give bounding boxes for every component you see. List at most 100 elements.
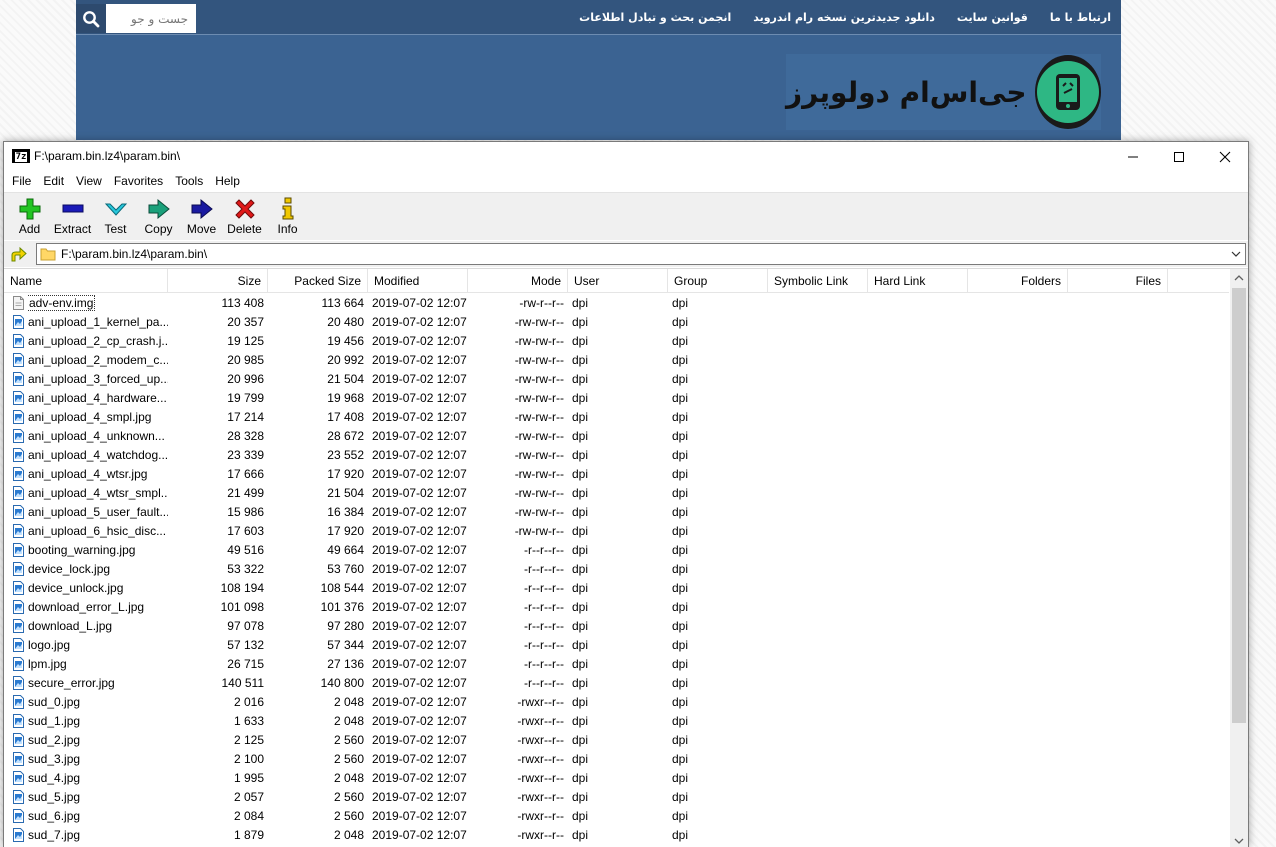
table-row[interactable]: sud_7.jpg 1 879 2 048 2019-07-02 12:07 -rwxr… bbox=[4, 826, 1229, 845]
table-row[interactable]: ani_upload_5_user_fault... 15 986 16 384 20… bbox=[4, 503, 1229, 522]
table-row[interactable]: sud_3.jpg 2 100 2 560 2019-07-02 12:07 -rwxr… bbox=[4, 750, 1229, 769]
table-row[interactable]: booting_warning.jpg 49 516 49 664 2019-07-0… bbox=[4, 541, 1229, 560]
scroll-down-button[interactable] bbox=[1230, 832, 1248, 847]
extract-button[interactable]: Extract bbox=[51, 193, 94, 239]
info-button[interactable]: Info bbox=[266, 193, 309, 239]
website-search-input[interactable] bbox=[106, 4, 196, 33]
add-button[interactable]: Add bbox=[8, 193, 51, 239]
table-row[interactable]: ani_upload_4_wtsr.jpg 17 666 17 920 2019-07… bbox=[4, 465, 1229, 484]
table-row[interactable]: sud_4.jpg 1 995 2 048 2019-07-02 12:07 -rwxr… bbox=[4, 769, 1229, 788]
table-row[interactable]: device_lock.jpg 53 322 53 760 2019-07-02 12… bbox=[4, 560, 1229, 579]
image-file-icon bbox=[13, 467, 24, 481]
menu-help[interactable]: Help bbox=[209, 174, 246, 188]
website-search-button[interactable] bbox=[76, 4, 106, 33]
nav-link-rom-download[interactable]: دانلود جدیدترین نسخه رام اندروید bbox=[753, 11, 935, 24]
scroll-up-button[interactable] bbox=[1230, 269, 1248, 286]
test-button[interactable]: Test bbox=[94, 193, 137, 239]
column-group[interactable]: Group bbox=[668, 269, 768, 293]
nav-link-rules[interactable]: قوانین سایت bbox=[957, 11, 1028, 24]
file-packed-size: 17 920 bbox=[327, 524, 364, 538]
path-text: F:\param.bin.lz4\param.bin\ bbox=[61, 247, 208, 261]
chevron-down-icon[interactable] bbox=[1229, 247, 1243, 261]
column-hard-link[interactable]: Hard Link bbox=[868, 269, 968, 293]
table-row[interactable]: ani_upload_3_forced_up... 20 996 21 504 201… bbox=[4, 370, 1229, 389]
menu-tools[interactable]: Tools bbox=[169, 174, 209, 188]
file-packed-size: 19 456 bbox=[327, 334, 364, 348]
table-row[interactable]: sud_5.jpg 2 057 2 560 2019-07-02 12:07 -rwxr… bbox=[4, 788, 1229, 807]
table-row[interactable]: sud_6.jpg 2 084 2 560 2019-07-02 12:07 -rwxr… bbox=[4, 807, 1229, 826]
table-row[interactable]: ani_upload_6_hsic_disc... 17 603 17 920 201… bbox=[4, 522, 1229, 541]
file-group: dpi bbox=[672, 771, 689, 785]
table-row[interactable]: ani_upload_4_smpl.jpg 17 214 17 408 2019-07… bbox=[4, 408, 1229, 427]
nav-link-contact[interactable]: ارتباط با ما bbox=[1050, 11, 1111, 24]
vertical-scrollbar[interactable] bbox=[1230, 269, 1248, 847]
file-packed-size: 49 664 bbox=[327, 543, 364, 557]
file-name: sud_3.jpg bbox=[28, 752, 81, 766]
menu-favorites[interactable]: Favorites bbox=[108, 174, 169, 188]
file-packed-size: 2 560 bbox=[333, 809, 364, 823]
table-row[interactable]: ani_upload_2_cp_crash.j... 19 125 19 456 20… bbox=[4, 332, 1229, 351]
column-name[interactable]: Name bbox=[4, 269, 168, 293]
column-files[interactable]: Files bbox=[1068, 269, 1168, 293]
file-group: dpi bbox=[672, 600, 689, 614]
table-row[interactable]: lpm.jpg 26 715 27 136 2019-07-02 12:07 -r--r… bbox=[4, 655, 1229, 674]
website-logo[interactable]: جی‌اس‌ام دولوپرز bbox=[786, 54, 1101, 130]
file-mode: -r--r--r-- bbox=[524, 562, 564, 576]
menu-edit[interactable]: Edit bbox=[37, 174, 70, 188]
maximize-button[interactable] bbox=[1156, 142, 1202, 171]
column-symbolic-link[interactable]: Symbolic Link bbox=[768, 269, 868, 293]
parent-folder-button[interactable] bbox=[8, 244, 30, 264]
chevron-up-icon bbox=[1234, 274, 1244, 280]
file-rows: adv-env.img 113 408 113 664 2019-07-02 12:0… bbox=[4, 294, 1229, 845]
column-packed-size[interactable]: Packed Size bbox=[268, 269, 368, 293]
table-row[interactable]: ani_upload_1_kernel_pa... 20 357 20 480 201… bbox=[4, 313, 1229, 332]
menu-file[interactable]: File bbox=[6, 174, 37, 188]
table-row[interactable]: download_error_L.jpg 101 098 101 376 2019-0… bbox=[4, 598, 1229, 617]
column-size[interactable]: Size bbox=[168, 269, 268, 293]
column-mode[interactable]: Mode bbox=[468, 269, 568, 293]
file-size: 17 666 bbox=[227, 467, 264, 481]
info-label: Info bbox=[277, 222, 298, 236]
table-row[interactable]: secure_error.jpg 140 511 140 800 2019-07-02… bbox=[4, 674, 1229, 693]
file-packed-size: 101 376 bbox=[320, 600, 364, 614]
file-name: ani_upload_4_wtsr.jpg bbox=[28, 467, 148, 481]
delete-button[interactable]: Delete bbox=[223, 193, 266, 239]
file-name: ani_upload_2_cp_crash.j... bbox=[28, 334, 168, 348]
minimize-button[interactable] bbox=[1110, 142, 1156, 171]
file-user: dpi bbox=[572, 543, 589, 557]
window-title: F:\param.bin.lz4\param.bin\ bbox=[34, 149, 181, 163]
table-row[interactable]: ani_upload_4_hardware... 19 799 19 968 2019… bbox=[4, 389, 1229, 408]
scroll-thumb[interactable] bbox=[1232, 288, 1246, 723]
path-combobox[interactable]: F:\param.bin.lz4\param.bin\ bbox=[36, 243, 1246, 265]
table-row[interactable]: ani_upload_4_watchdog... 23 339 23 552 2019… bbox=[4, 446, 1229, 465]
table-row[interactable]: ani_upload_2_modem_c... 20 985 20 992 2019-… bbox=[4, 351, 1229, 370]
close-button[interactable] bbox=[1202, 142, 1248, 171]
image-file-icon bbox=[13, 695, 24, 709]
column-modified[interactable]: Modified bbox=[368, 269, 468, 293]
table-row[interactable]: ani_upload_4_wtsr_smpl... 21 499 21 504 201… bbox=[4, 484, 1229, 503]
file-modified: 2019-07-02 12:07 bbox=[372, 372, 467, 386]
table-row[interactable]: logo.jpg 57 132 57 344 2019-07-02 12:07 -r--… bbox=[4, 636, 1229, 655]
table-row[interactable]: device_unlock.jpg 108 194 108 544 2019-07-0… bbox=[4, 579, 1229, 598]
nav-link-forum[interactable]: انجمن بحث و تبادل اطلاعات bbox=[579, 11, 731, 24]
file-mode: -rw-rw-r-- bbox=[514, 505, 564, 519]
table-row[interactable]: adv-env.img 113 408 113 664 2019-07-02 12:0… bbox=[4, 294, 1229, 313]
column-user[interactable]: User bbox=[568, 269, 668, 293]
file-size: 57 132 bbox=[227, 638, 264, 652]
table-row[interactable]: sud_0.jpg 2 016 2 048 2019-07-02 12:07 -rwxr… bbox=[4, 693, 1229, 712]
title-bar[interactable]: 7z F:\param.bin.lz4\param.bin\ bbox=[4, 142, 1248, 171]
file-packed-size: 2 560 bbox=[333, 752, 364, 766]
menu-view[interactable]: View bbox=[70, 174, 108, 188]
file-user: dpi bbox=[572, 828, 589, 842]
move-button[interactable]: Move bbox=[180, 193, 223, 239]
table-row[interactable]: ani_upload_4_unknown... 28 328 28 672 2019-… bbox=[4, 427, 1229, 446]
table-row[interactable]: download_L.jpg 97 078 97 280 2019-07-02 12:… bbox=[4, 617, 1229, 636]
table-row[interactable]: sud_1.jpg 1 633 2 048 2019-07-02 12:07 -rwxr… bbox=[4, 712, 1229, 731]
image-file-icon bbox=[13, 790, 24, 804]
copy-button[interactable]: Copy bbox=[137, 193, 180, 239]
file-list[interactable]: Name Size Packed Size Modified Mode User… bbox=[4, 268, 1248, 847]
column-folders[interactable]: Folders bbox=[968, 269, 1068, 293]
table-row[interactable]: sud_2.jpg 2 125 2 560 2019-07-02 12:07 -rwxr… bbox=[4, 731, 1229, 750]
file-size: 23 339 bbox=[227, 448, 264, 462]
file-group: dpi bbox=[672, 638, 689, 652]
